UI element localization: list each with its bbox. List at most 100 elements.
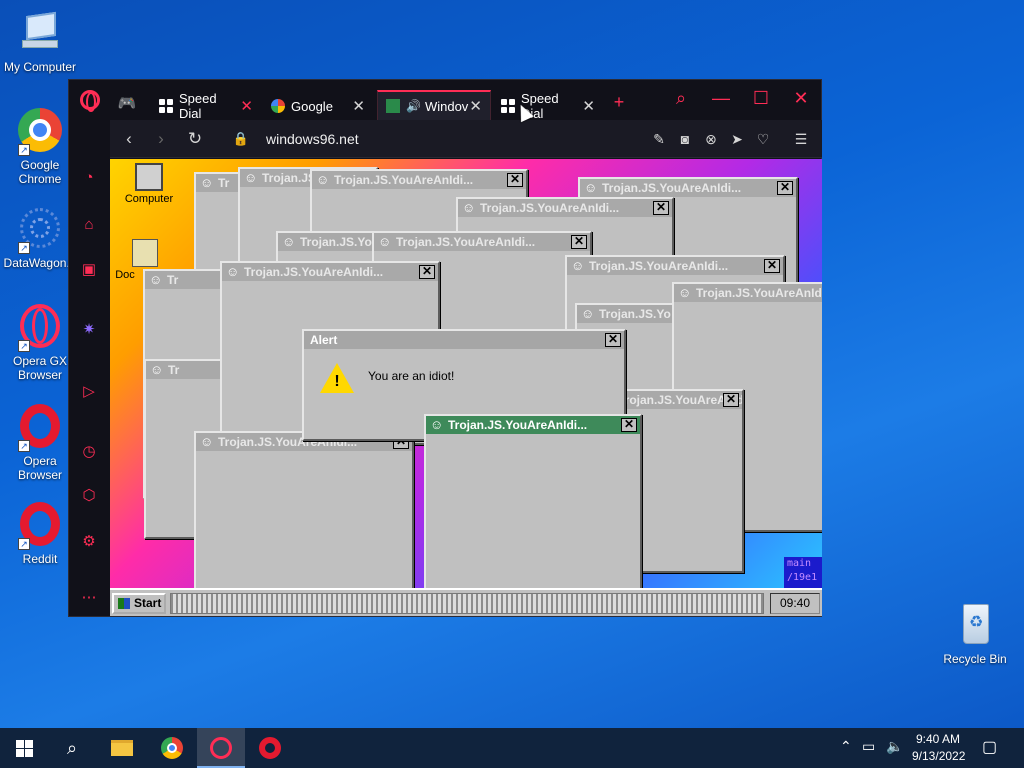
desktop-icon-label: My Computer <box>3 60 77 74</box>
w96-icon-label: Computer <box>124 193 174 205</box>
forward-icon[interactable]: › <box>150 128 172 150</box>
shortcut-arrow-icon: ↗ <box>18 144 30 156</box>
windows96-page: Computer Doc Tr Trojan.JS.Yo Trojan.JS.Y… <box>110 159 822 616</box>
gx-corner-icon[interactable]: ⌂ <box>79 215 99 235</box>
w96-start-button[interactable]: Start <box>112 593 166 614</box>
tab-bar: 🎮 Speed Dial ✕ Google ✕ 🔊 Windov ✕ Speed… <box>69 80 821 121</box>
windows-start-icon[interactable] <box>12 736 36 760</box>
window-title: Trojan.JS.YouAreAnIdi... <box>426 416 640 434</box>
tab-speed-dial-1[interactable]: Speed Dial ✕ <box>151 91 261 121</box>
messenger-icon[interactable]: ✷ <box>79 320 99 340</box>
alert-message: You are an idiot! <box>368 369 455 383</box>
close-icon[interactable]: ✕ <box>723 393 739 407</box>
maximize-icon[interactable]: ☐ <box>749 88 773 109</box>
tab-label: Speed Dial <box>179 91 217 121</box>
clock-time[interactable]: 9:40 AM <box>916 732 960 746</box>
close-icon[interactable]: ✕ <box>419 265 435 279</box>
window-title: Trojan.JS.YouAreAnIdi... <box>222 263 438 281</box>
opera-icon: ↗ <box>16 404 64 452</box>
window-title: Trojan.JS.YouAreAnIdi... <box>674 284 822 302</box>
file-explorer-icon[interactable] <box>110 736 134 760</box>
twitch-icon[interactable]: ▣ <box>79 260 99 280</box>
search-icon[interactable]: ⌕ <box>60 736 84 760</box>
sidebar: ◔ ⌂ ▣ ✷ ▷ ◷ ⬡ ⚙ ⋯ <box>69 120 110 616</box>
w96-computer-icon[interactable]: Computer <box>114 163 184 205</box>
close-tab-icon[interactable]: ✕ <box>582 97 595 115</box>
google-icon <box>271 99 285 113</box>
speed-dial-icon <box>501 99 515 113</box>
edit-icon[interactable]: ✎ <box>650 130 668 148</box>
player-icon[interactable]: ▷ <box>79 382 99 402</box>
window-title: Trojan.JS.YouAreAnIdi... <box>374 233 590 251</box>
w96-icon-label: Doc <box>115 269 135 281</box>
close-tab-icon[interactable]: ✕ <box>352 97 365 115</box>
address-bar: ‹ › ↻ 🔒 windows96.net ✎ ◙ ⊗ ➤ ♡ ☰ <box>110 120 822 158</box>
datawagon-icon: ↗ <box>16 206 64 254</box>
tab-speed-dial-2[interactable]: Speed Dial ✕ <box>493 91 603 121</box>
w96-taskbar-buttons[interactable] <box>170 593 764 614</box>
opera-icon: ↗ <box>16 502 64 550</box>
url-input[interactable]: windows96.net <box>266 131 359 147</box>
corner-text-line: main <box>787 558 812 569</box>
more-icon[interactable]: ⋯ <box>79 588 99 608</box>
clock-date[interactable]: 9/13/2022 <box>912 749 965 763</box>
window-title: Trojan.JS.YouAreAnIdi... <box>580 179 796 197</box>
search-icon[interactable]: ⌕ <box>669 88 693 109</box>
menu-icon[interactable]: ☰ <box>792 130 810 148</box>
network-icon[interactable]: ▭ <box>862 738 875 755</box>
opera-gx-menu-icon[interactable] <box>80 90 100 112</box>
minimize-icon[interactable]: — <box>709 88 733 109</box>
back-icon[interactable]: ‹ <box>118 128 140 150</box>
warning-mark: ! <box>334 373 340 390</box>
close-tab-icon[interactable]: ✕ <box>469 97 482 115</box>
desktop-icon-label: Recycle Bin <box>943 652 1007 666</box>
w96-clock: 09:40 <box>770 593 820 614</box>
tab-windows96[interactable]: 🔊 Windov ✕ <box>377 90 491 120</box>
opera-gx-icon: ↗ <box>16 304 64 352</box>
block-icon[interactable]: ⊗ <box>702 130 720 148</box>
corner-text: main /19e1 <box>784 557 822 591</box>
window-title: Trojan.JS.YouAreAnIdi... <box>567 257 783 275</box>
extensions-icon[interactable]: ⬡ <box>79 486 99 506</box>
window-title: Trojan.JS.YouAreAnIdi... <box>458 199 672 217</box>
close-tab-icon[interactable]: ✕ <box>240 97 253 115</box>
volume-icon[interactable]: 🔈 <box>886 738 903 755</box>
gamepad-icon[interactable]: 🎮 <box>117 94 137 114</box>
opera-gx-window: 🎮 Speed Dial ✕ Google ✕ 🔊 Windov ✕ Speed… <box>68 79 822 617</box>
window-title: Tr <box>145 271 221 289</box>
speed-dial-icon <box>159 99 173 113</box>
camera-icon[interactable]: ◙ <box>676 130 694 148</box>
notification-icon[interactable]: ▢ <box>982 737 997 757</box>
heart-icon[interactable]: ♡ <box>754 130 772 148</box>
shortcut-arrow-icon: ↗ <box>18 340 30 352</box>
opera-gx-icon[interactable] <box>209 736 233 760</box>
new-tab-icon[interactable]: + <box>607 92 631 113</box>
windows96-icon <box>386 99 400 113</box>
chrome-icon: ↗ <box>16 108 64 156</box>
gx-control-icon[interactable]: ◔ <box>79 168 99 188</box>
w96-taskbar: Start 09:40 <box>110 588 822 616</box>
close-icon[interactable]: ✕ <box>653 201 669 215</box>
opera-icon[interactable] <box>258 736 282 760</box>
window-title: Tr <box>146 361 222 379</box>
history-icon[interactable]: ◷ <box>79 442 99 462</box>
settings-gear-icon[interactable]: ⚙ <box>79 532 99 552</box>
close-icon[interactable]: ✕ <box>789 88 813 109</box>
trojan-window[interactable]: Trojan.JS.YouAreAnIdi...✕ <box>194 431 414 591</box>
close-icon[interactable]: ✕ <box>621 418 637 432</box>
close-icon[interactable]: ✕ <box>777 181 793 195</box>
tab-google[interactable]: Google ✕ <box>263 92 373 120</box>
tray-chevron-icon[interactable]: ⌃ <box>840 738 852 755</box>
close-icon[interactable]: ✕ <box>507 173 523 187</box>
desktop-icon-recycle-bin[interactable]: ♻ Recycle Bin <box>935 602 1015 666</box>
close-icon[interactable]: ✕ <box>571 235 587 249</box>
desktop-icon-my-computer[interactable]: My Computer <box>0 10 80 74</box>
close-icon[interactable]: ✕ <box>764 259 780 273</box>
speaker-icon[interactable]: 🔊 <box>406 99 421 113</box>
chrome-icon[interactable] <box>160 736 184 760</box>
close-icon[interactable]: ✕ <box>605 333 621 347</box>
reload-icon[interactable]: ↻ <box>184 128 206 150</box>
send-icon[interactable]: ➤ <box>728 130 746 148</box>
shortcut-arrow-icon: ↗ <box>18 440 30 452</box>
trojan-window-active[interactable]: Trojan.JS.YouAreAnIdi... ✕ <box>424 414 642 604</box>
